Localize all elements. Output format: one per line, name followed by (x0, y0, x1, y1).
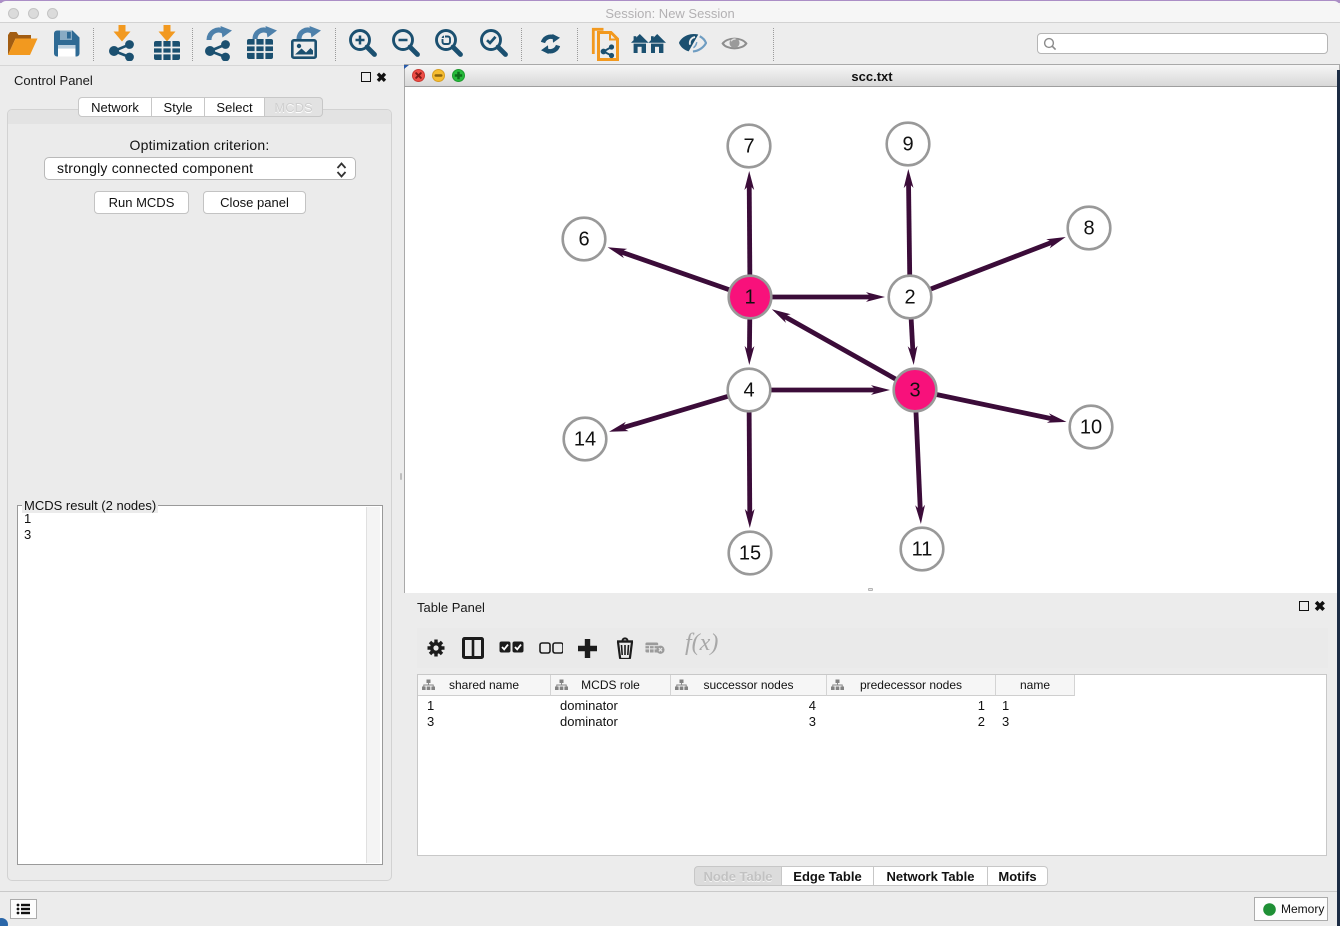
svg-text:10: 10 (1080, 417, 1102, 439)
svg-text:6: 6 (578, 229, 589, 251)
svg-text:15: 15 (739, 543, 761, 565)
svg-text:9: 9 (902, 134, 913, 156)
svg-text:11: 11 (912, 539, 933, 561)
svg-text:8: 8 (1083, 218, 1094, 240)
svg-text:4: 4 (743, 380, 754, 402)
svg-text:14: 14 (574, 429, 596, 451)
svg-text:2: 2 (904, 287, 915, 309)
svg-text:7: 7 (743, 136, 754, 158)
svg-text:1: 1 (744, 287, 755, 309)
svg-text:3: 3 (909, 380, 920, 402)
